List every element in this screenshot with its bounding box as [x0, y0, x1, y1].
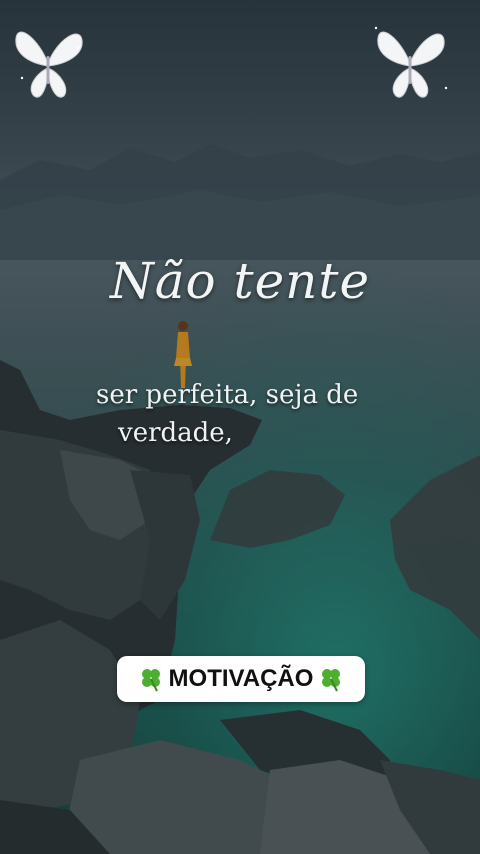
butterfly-icon	[15, 31, 83, 98]
quote-title: Não tente	[109, 252, 371, 310]
quote-line-2: verdade,	[118, 418, 233, 448]
background-scene: Não tente ser perfeita, seja de verdade,…	[0, 0, 480, 854]
motivation-badge: MOTIVAÇÃO	[117, 656, 365, 702]
four-leaf-clover-icon	[322, 669, 341, 692]
four-leaf-clover-icon	[141, 669, 160, 692]
badge-label: MOTIVAÇÃO	[168, 665, 314, 692]
butterfly-icon	[374, 26, 448, 98]
quote-line-1: ser perfeita, seja de	[96, 380, 359, 410]
dark-overlay	[0, 0, 480, 854]
